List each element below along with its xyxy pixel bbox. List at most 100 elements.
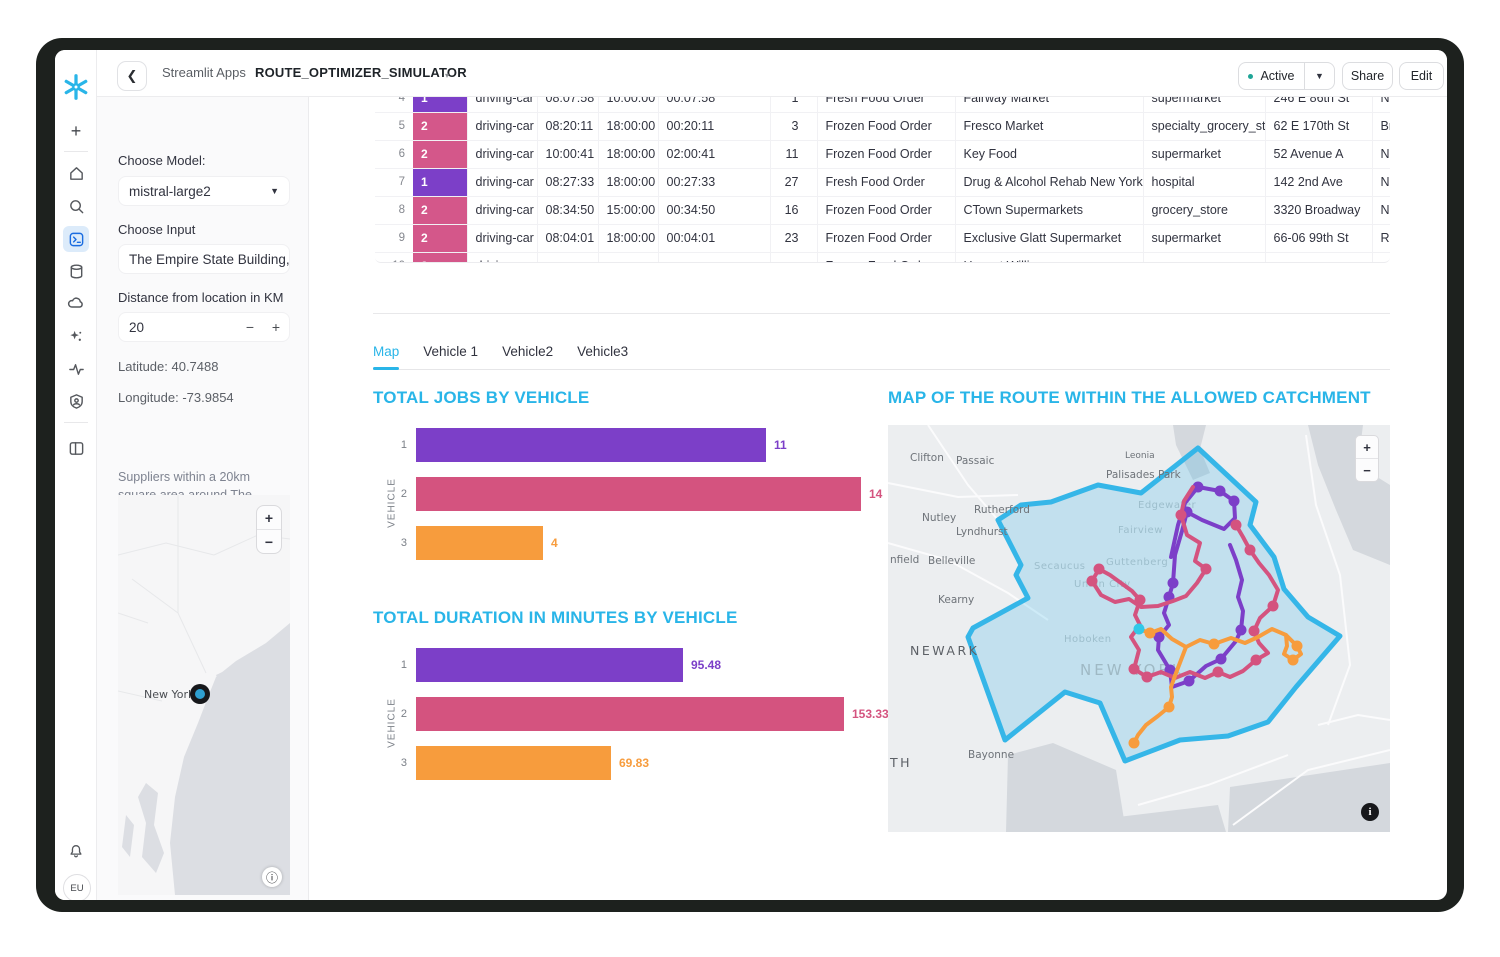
activity-icon[interactable]: [63, 356, 89, 382]
model-select[interactable]: mistral-large2 ▼: [118, 176, 290, 206]
table-cell: Key Food: [955, 140, 1143, 168]
nav-rail: + EU: [55, 50, 97, 900]
axis-tick: 2: [373, 697, 407, 731]
duration-chart-title: TOTAL DURATION IN MINUTES BY VEHICLE: [373, 608, 738, 628]
region-badge[interactable]: EU: [63, 874, 91, 900]
table-cell: 16: [770, 196, 817, 224]
tab-vehicle3[interactable]: Vehicle3: [577, 344, 628, 370]
admin-icon[interactable]: [63, 388, 89, 414]
status-dot: [1248, 74, 1253, 79]
table-cell: 246 E 86th St: [1265, 96, 1372, 112]
table-cell: 00:34:50: [658, 196, 770, 224]
rail-divider: [64, 422, 88, 423]
map-place-label: Palisades Park: [1106, 469, 1182, 481]
tab-vehicle-1[interactable]: Vehicle 1: [423, 344, 478, 370]
table-cell: Exclusive Glatt Supermarket: [955, 224, 1143, 252]
table-cell: 1: [770, 96, 817, 112]
route-map[interactable]: + − i CliftonPassaicLeoniaPalisades Park…: [888, 425, 1390, 832]
search-icon[interactable]: [63, 193, 89, 219]
mini-map-city-label: New York: [144, 688, 195, 701]
breadcrumb[interactable]: Streamlit Apps: [162, 50, 246, 96]
map-place-label: nfield: [890, 554, 919, 566]
route-map-title: MAP OF THE ROUTE WITHIN THE ALLOWED CATC…: [888, 388, 1371, 408]
route-stop-marker: [1215, 486, 1226, 497]
panel-layout-icon[interactable]: [63, 435, 89, 461]
tab-vehicle2[interactable]: Vehicle2: [502, 344, 553, 370]
decrement-button[interactable]: −: [237, 319, 263, 335]
model-label: Choose Model:: [118, 153, 205, 168]
table-cell: 66-06 99th St: [1265, 224, 1372, 252]
attribution-info-icon[interactable]: i: [1361, 803, 1379, 821]
table-cell: 2: [413, 252, 467, 263]
status-dropdown-button[interactable]: ▼: [1304, 63, 1334, 89]
table-cell: 10:00:41: [537, 140, 598, 168]
table-cell: Frozen Food Order: [817, 224, 955, 252]
input-label: Choose Input: [118, 222, 195, 237]
table-cell: 5: [375, 112, 413, 140]
map-place-label: Clifton: [910, 452, 944, 464]
table-row[interactable]: 71driving-car08:27:3318:00:0000:27:3327F…: [375, 168, 1390, 196]
table-cell: 2: [413, 224, 467, 252]
screenshot-stage: ❮ Streamlit Apps ROUTE_OPTIMIZER_SIMULAT…: [0, 0, 1500, 957]
map-place-label: Kearny: [938, 594, 974, 606]
bar-vehicle-3: [416, 526, 543, 560]
home-icon[interactable]: [63, 160, 89, 186]
table-cell: supermarket: [1143, 224, 1265, 252]
bar-vehicle-2: [416, 477, 861, 511]
table-cell: Drug & Alcohol Rehab New York City: [955, 168, 1143, 196]
title-caret-icon[interactable]: ▾: [445, 71, 449, 80]
location-input[interactable]: The Empire State Building, Ne: [118, 244, 290, 274]
map-place-label: NEWARK: [910, 643, 979, 658]
map-place-label: Lyndhurst: [956, 526, 1008, 538]
mini-map[interactable]: New York + − ⓘ: [118, 495, 290, 895]
status-button[interactable]: Active: [1239, 69, 1304, 83]
table-row[interactable]: 62driving-car10:00:4118:00:0002:00:4111F…: [375, 140, 1390, 168]
share-button[interactable]: Share: [1342, 62, 1393, 90]
axis-tick: 2: [373, 477, 407, 511]
table-cell: 15:00:00: [598, 196, 658, 224]
data-icon[interactable]: [63, 258, 89, 284]
route-stop-marker: [1145, 628, 1156, 639]
bell-icon[interactable]: [63, 838, 89, 864]
zoom-out-button[interactable]: −: [257, 530, 281, 553]
table-row[interactable]: 52driving-car08:20:1118:00:0000:20:113Fr…: [375, 112, 1390, 140]
table-row[interactable]: 102driving-carFrozen Food OrderHonest Wi…: [375, 252, 1390, 263]
map-place-label: Guttenberg: [1106, 557, 1168, 568]
zoom-in-button[interactable]: +: [257, 506, 281, 530]
bar-value-label: 153.33: [852, 697, 889, 731]
table-cell: driving-car: [467, 168, 537, 196]
back-button[interactable]: ❮: [117, 61, 147, 91]
route-stop-marker: [1094, 564, 1105, 575]
table-cell: 2: [413, 196, 467, 224]
route-map-canvas: CliftonPassaicLeoniaPalisades ParkRuther…: [888, 425, 1390, 832]
zoom-in-button[interactable]: +: [1356, 436, 1378, 459]
distance-value[interactable]: 20: [119, 320, 237, 335]
snowflake-logo[interactable]: [61, 72, 91, 102]
table-cell: [537, 252, 598, 263]
table-cell: [1372, 252, 1390, 263]
table-cell: 9: [375, 224, 413, 252]
table-cell: 18:00:00: [598, 168, 658, 196]
table-row[interactable]: 41driving-car08:07:5810:00:0000:07:581Fr…: [375, 96, 1390, 112]
route-stop-marker: [1129, 738, 1140, 749]
map-place-label: Leonia: [1125, 451, 1155, 461]
app-header: ❮ Streamlit Apps ROUTE_OPTIMIZER_SIMULAT…: [96, 50, 1447, 97]
projects-icon[interactable]: [63, 226, 89, 252]
attribution-info-icon[interactable]: ⓘ: [262, 867, 282, 887]
table-row[interactable]: 92driving-car08:04:0118:00:0000:04:0123F…: [375, 224, 1390, 252]
table-cell: [1265, 252, 1372, 263]
table-cell: [598, 252, 658, 263]
zoom-out-button[interactable]: −: [1356, 459, 1378, 481]
table-row[interactable]: 82driving-car08:34:5015:00:0000:34:5016F…: [375, 196, 1390, 224]
edit-button[interactable]: Edit: [1399, 62, 1444, 90]
bar-value-label: 11: [774, 428, 787, 462]
routes-table: 41driving-car08:07:5810:00:0000:07:581Fr…: [375, 96, 1390, 263]
routes-dataframe[interactable]: 41driving-car08:07:5810:00:0000:07:581Fr…: [375, 96, 1390, 263]
cloud-icon[interactable]: [63, 290, 89, 316]
create-plus-button[interactable]: +: [63, 118, 89, 144]
route-stop-marker: [1288, 655, 1299, 666]
increment-button[interactable]: +: [263, 319, 289, 335]
axis-tick: 1: [373, 648, 407, 682]
ai-sparkles-icon[interactable]: [63, 323, 89, 349]
distance-stepper: 20 − +: [118, 312, 290, 342]
